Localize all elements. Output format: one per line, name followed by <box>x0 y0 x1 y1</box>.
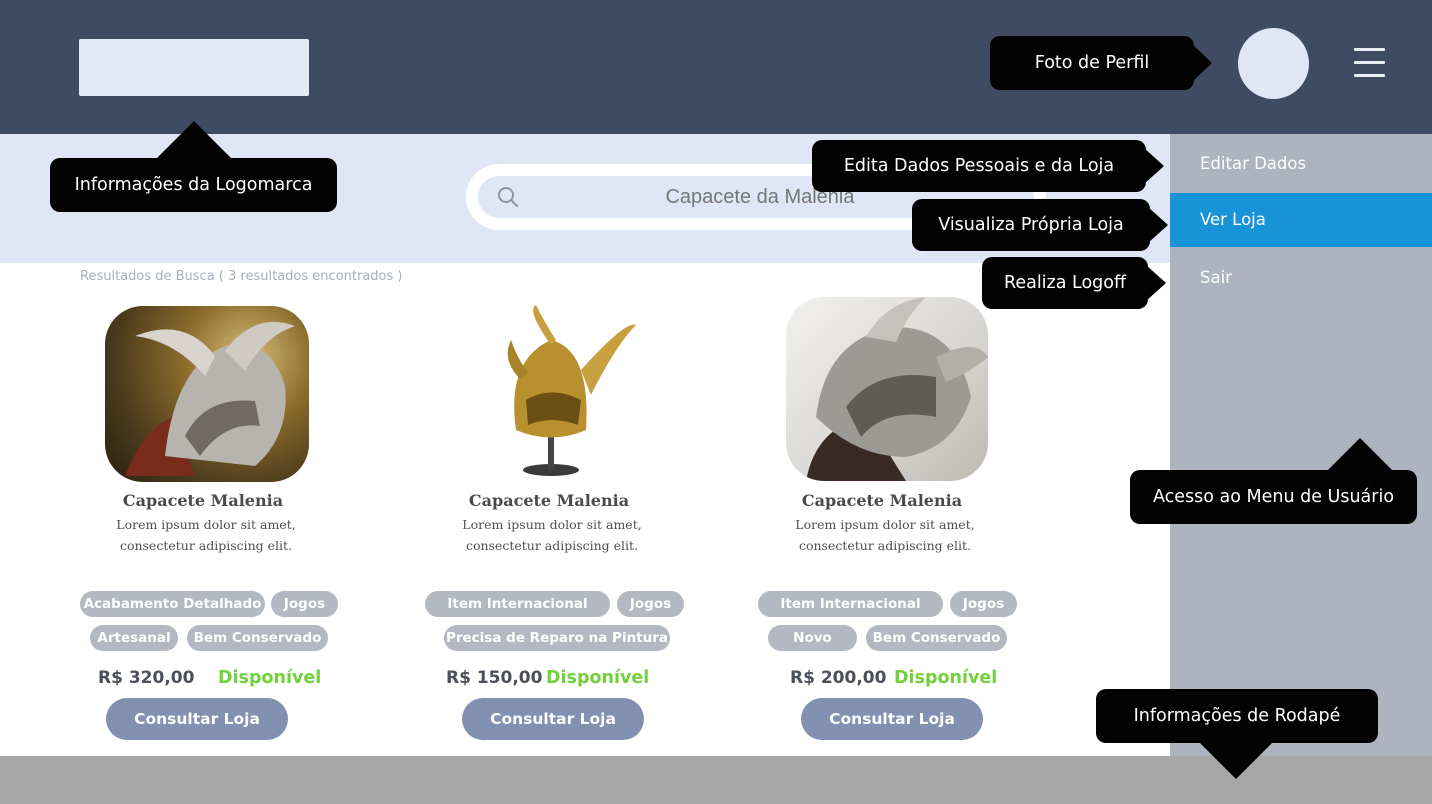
annotation-edit-data: Edita Dados Pessoais e da Loja <box>812 140 1146 192</box>
product-tag[interactable]: Bem Conservado <box>187 625 328 651</box>
product-description-line: consectetur adipiscing elit. <box>798 538 972 553</box>
annotation-logo-info: Informações da Logomarca <box>50 158 337 212</box>
product-tag[interactable]: Precisa de Reparo na Pintura <box>444 625 670 651</box>
annotation-arrow <box>1198 741 1274 779</box>
availability-status: Disponível <box>218 668 322 688</box>
product-title: Capacete Malenia <box>122 491 284 510</box>
consult-store-button[interactable]: Consultar Loja <box>462 698 644 740</box>
product-image[interactable] <box>786 297 988 481</box>
logo-placeholder[interactable] <box>79 39 309 96</box>
product-price: R$ 320,00 <box>98 668 195 688</box>
product-tag[interactable]: Novo <box>768 625 857 651</box>
product-description-line: consectetur adipiscing elit. <box>465 538 639 553</box>
annotation-arrow <box>1144 148 1164 184</box>
product-tag[interactable]: Acabamento Detalhado <box>80 591 265 617</box>
menu-item-logout[interactable]: Sair <box>1170 251 1432 305</box>
product-tag[interactable]: Jogos <box>271 591 338 617</box>
annotation-arrow <box>156 121 232 159</box>
hamburger-menu-icon[interactable] <box>1354 48 1385 78</box>
product-tag[interactable]: Item Internacional <box>425 591 610 617</box>
consult-store-button[interactable]: Consultar Loja <box>106 698 288 740</box>
product-image[interactable] <box>456 300 646 480</box>
product-image[interactable] <box>105 306 309 482</box>
product-price: R$ 200,00 <box>790 668 887 688</box>
results-summary: Resultados de Busca ( 3 resultados encon… <box>80 269 403 284</box>
product-description-line: Lorem ipsum dolor sit amet, <box>795 517 975 532</box>
annotation-footer-info: Informações de Rodapé <box>1096 689 1378 743</box>
profile-avatar[interactable] <box>1238 28 1309 99</box>
helmet-photo-icon <box>806 297 988 481</box>
product-description-line: Lorem ipsum dolor sit amet, <box>462 517 642 532</box>
product-title: Capacete Malenia <box>801 491 963 510</box>
annotation-arrow <box>1146 265 1166 301</box>
menu-item-edit-data[interactable]: Editar Dados <box>1170 137 1432 191</box>
product-tag[interactable]: Item Internacional <box>758 591 943 617</box>
product-description-line: consectetur adipiscing elit. <box>119 538 293 553</box>
annotation-arrow <box>1192 44 1212 82</box>
annotation-view-store: Visualiza Própria Loja <box>912 199 1150 251</box>
search-icon[interactable] <box>497 186 519 208</box>
product-tag[interactable]: Bem Conservado <box>866 625 1007 651</box>
availability-status: Disponível <box>546 668 650 688</box>
consult-store-button[interactable]: Consultar Loja <box>801 698 983 740</box>
product-tag[interactable]: Jogos <box>617 591 684 617</box>
annotation-logoff: Realiza Logoff <box>982 257 1148 309</box>
product-description-line: Lorem ipsum dolor sit amet, <box>116 517 296 532</box>
app-header <box>0 0 1432 134</box>
product-tag[interactable]: Jogos <box>950 591 1017 617</box>
product-tag[interactable]: Artesanal <box>90 625 178 651</box>
product-price: R$ 150,00 <box>446 668 543 688</box>
product-title: Capacete Malenia <box>468 491 630 510</box>
annotation-arrow <box>1148 207 1168 243</box>
annotation-user-menu: Acesso ao Menu de Usuário <box>1130 470 1417 524</box>
helmet-photo-icon <box>507 305 636 476</box>
annotation-profile-photo: Foto de Perfil <box>990 36 1194 90</box>
annotation-arrow <box>1326 438 1394 472</box>
availability-status: Disponível <box>894 668 998 688</box>
menu-item-view-store[interactable]: Ver Loja <box>1170 193 1432 247</box>
helmet-photo-icon <box>125 321 295 476</box>
